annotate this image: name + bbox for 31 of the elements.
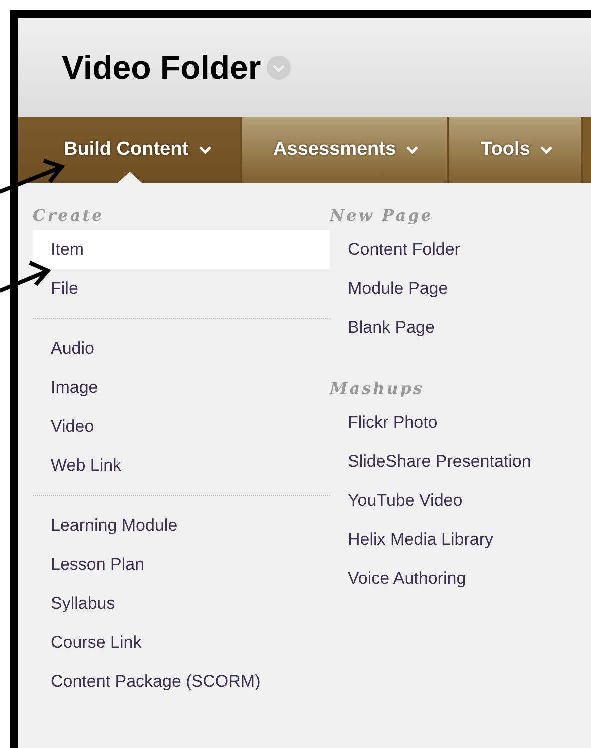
menu-item[interactable]: Audio	[33, 329, 330, 368]
menu-item[interactable]: Content Folder	[330, 230, 590, 269]
menu-item[interactable]: Image	[33, 368, 330, 407]
chevron-down-icon	[198, 146, 212, 154]
section-heading: Create	[33, 205, 106, 227]
menu-item[interactable]: File	[33, 269, 330, 308]
nav-tab[interactable]: Assessments	[242, 117, 450, 183]
menu-item[interactable]: Flickr Photo	[330, 403, 590, 442]
section-heading: Mashups	[330, 378, 426, 400]
menu-item[interactable]: Helix Media Library	[330, 520, 590, 559]
menu-item[interactable]: Item	[33, 230, 330, 269]
nav-tab[interactable]: Build Content	[18, 117, 242, 183]
chevron-down-icon	[406, 146, 420, 154]
menu-item[interactable]: Voice Authoring	[330, 559, 590, 598]
menu-item[interactable]: Module Page	[330, 269, 590, 308]
menu-item[interactable]: Video	[33, 407, 330, 446]
menu-item[interactable]: Syllabus	[33, 584, 330, 623]
menu-item[interactable]: Content Package (SCORM)	[33, 662, 330, 701]
section-heading: New Page	[330, 205, 434, 227]
menu-item[interactable]: SlideShare Presentation	[330, 442, 590, 481]
menu-item[interactable]: Web Link	[33, 446, 330, 485]
pointer-notch	[118, 172, 142, 183]
menu-item[interactable]: YouTube Video	[330, 481, 590, 520]
menu-item[interactable]: Blank Page	[330, 308, 590, 347]
page-title: Video Folder	[62, 48, 262, 86]
chevron-circle-icon[interactable]	[267, 56, 292, 80]
menu-item[interactable]: Learning Module	[33, 506, 330, 545]
nav-tab[interactable]: Tools	[449, 117, 584, 183]
chevron-down-icon	[540, 146, 554, 154]
menu-item[interactable]: Course Link	[33, 623, 330, 662]
menu-item[interactable]: Lesson Plan	[33, 545, 330, 584]
